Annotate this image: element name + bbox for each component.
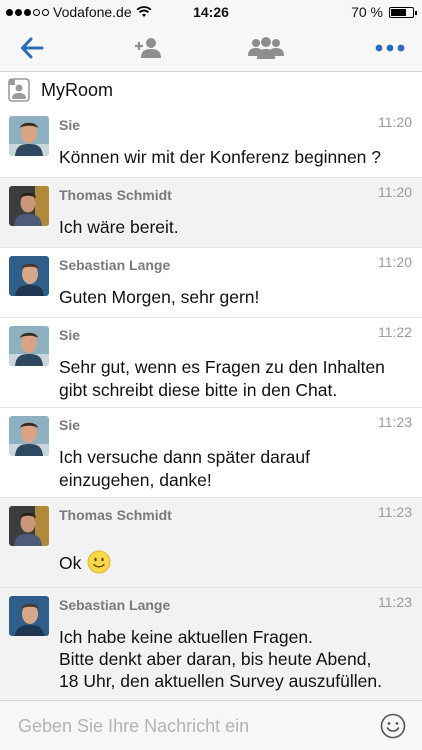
message-sender: Thomas Schmidt bbox=[59, 187, 172, 203]
room-icon bbox=[8, 78, 30, 102]
more-icon bbox=[375, 44, 405, 52]
battery-group: 70 % bbox=[351, 4, 417, 20]
smiley-emoji-icon bbox=[87, 550, 111, 574]
message-item[interactable]: Thomas Schmidt 11:20 Ich wäre bereit. bbox=[0, 178, 422, 248]
message-sender: Sie bbox=[59, 417, 81, 433]
message-item[interactable]: Sie 11:22 Sehr gut, wenn es Fragen zu de… bbox=[0, 318, 422, 408]
avatar[interactable] bbox=[9, 116, 49, 156]
message-input-bar bbox=[0, 700, 422, 750]
message-text: Sehr gut, wenn es Fragen zu den Inhalten… bbox=[59, 357, 385, 400]
message-time: 11:20 bbox=[378, 254, 412, 270]
avatar[interactable] bbox=[9, 506, 49, 546]
message-time: 11:23 bbox=[378, 504, 412, 520]
back-arrow-icon bbox=[21, 37, 44, 59]
message-sender: Sebastian Lange bbox=[59, 597, 171, 613]
message-text: Können wir mit der Konferenz beginnen ? bbox=[59, 147, 382, 167]
participants-button[interactable] bbox=[246, 32, 286, 64]
message-item[interactable]: Sebastian Lange 11:20 Guten Morgen, sehr… bbox=[0, 248, 422, 318]
avatar[interactable] bbox=[9, 186, 49, 226]
top-toolbar bbox=[0, 24, 422, 72]
group-icon bbox=[248, 37, 284, 59]
message-time: 11:20 bbox=[378, 184, 412, 200]
battery-icon bbox=[389, 6, 417, 18]
room-name: MyRoom bbox=[41, 79, 114, 100]
message-item[interactable]: Sie 11:20 Können wir mit der Konferenz b… bbox=[0, 108, 422, 178]
message-time: 11:23 bbox=[378, 414, 412, 430]
message-text: Ich wäre bereit. bbox=[59, 217, 179, 237]
message-item[interactable]: Sebastian Lange 11:23 Ich habe keine akt… bbox=[0, 588, 422, 700]
emoji-button-icon[interactable] bbox=[380, 713, 406, 739]
add-participant-button[interactable] bbox=[130, 32, 166, 64]
message-text: Ok bbox=[59, 553, 82, 573]
message-time: 11:22 bbox=[378, 324, 412, 340]
message-text: Ich habe keine aktuellen Fragen. Bitte d… bbox=[59, 627, 382, 691]
add-person-icon bbox=[135, 38, 161, 58]
message-text: Guten Morgen, sehr gern! bbox=[59, 287, 260, 307]
message-sender: Sie bbox=[59, 117, 81, 133]
back-button[interactable] bbox=[14, 32, 50, 64]
avatar[interactable] bbox=[9, 326, 49, 366]
battery-percentage: 70 % bbox=[351, 4, 383, 20]
message-item[interactable]: Thomas Schmidt 11:23 Ok bbox=[0, 498, 422, 588]
message-sender: Sebastian Lange bbox=[59, 257, 171, 273]
message-list[interactable]: Sie 11:20 Können wir mit der Konferenz b… bbox=[0, 108, 422, 700]
message-item[interactable]: Sie 11:23 Ich versuche dann später darau… bbox=[0, 408, 422, 498]
avatar[interactable] bbox=[9, 256, 49, 296]
message-text-row: Ok bbox=[59, 550, 412, 575]
more-options-button[interactable] bbox=[372, 32, 408, 64]
room-header[interactable]: MyRoom bbox=[0, 72, 422, 108]
message-input[interactable] bbox=[18, 711, 358, 741]
message-time: 11:20 bbox=[378, 114, 412, 130]
message-time: 11:23 bbox=[378, 594, 412, 610]
message-sender: Sie bbox=[59, 327, 81, 343]
avatar[interactable] bbox=[9, 416, 49, 456]
status-bar: Vodafone.de 14:26 70 % bbox=[0, 0, 422, 24]
message-sender: Thomas Schmidt bbox=[59, 507, 172, 523]
message-text: Ich versuche dann später darauf einzugeh… bbox=[59, 447, 310, 490]
avatar[interactable] bbox=[9, 596, 49, 636]
